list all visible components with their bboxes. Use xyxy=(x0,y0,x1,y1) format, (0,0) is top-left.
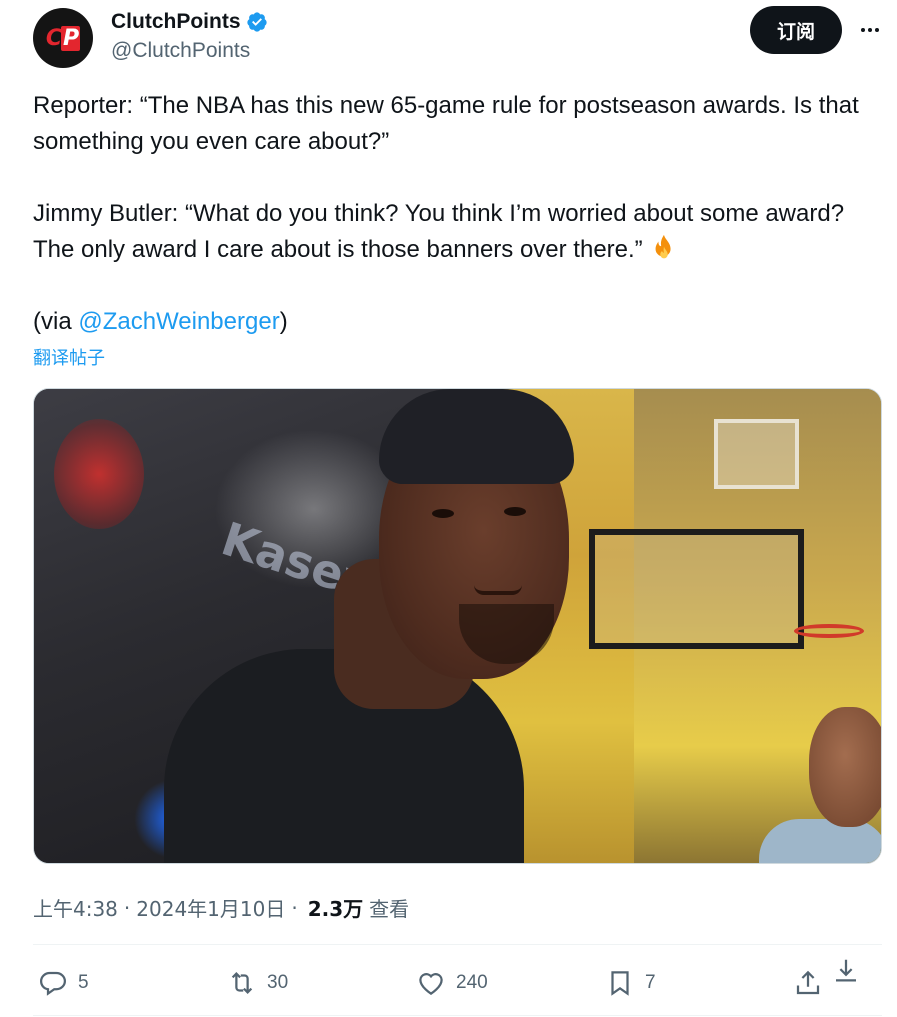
tweet-action-bar: 5 30 240 7 xyxy=(33,958,882,1008)
avatar[interactable]: CP xyxy=(33,8,93,68)
tweet-via-line: (via @ZachWeinberger) xyxy=(33,304,888,340)
author-display-name[interactable]: ClutchPoints xyxy=(111,10,241,34)
tweet-paragraph-reporter: Reporter: “The NBA has this new 65-game … xyxy=(33,92,859,155)
heart-icon xyxy=(419,973,443,995)
more-icon[interactable] xyxy=(852,14,888,46)
tweet-paragraph-butler-text: Jimmy Butler: “What do you think? You th… xyxy=(33,200,845,263)
media-person-background-shirt xyxy=(759,819,881,863)
via-suffix: ) xyxy=(279,308,288,335)
download-button[interactable] xyxy=(831,946,861,996)
media-heat-logo-blur xyxy=(54,419,144,529)
reply-icon xyxy=(39,971,67,996)
media-wall-sign xyxy=(714,419,799,489)
meta-separator: · xyxy=(291,895,298,920)
reply-button[interactable]: 5 xyxy=(38,958,89,1008)
author-handle[interactable]: @ClutchPoints xyxy=(111,39,250,63)
translate-post-link[interactable]: 翻译帖子 xyxy=(33,344,105,370)
repost-icon xyxy=(231,972,253,994)
like-count: 240 xyxy=(456,972,488,993)
media-player-eye-right xyxy=(504,507,526,516)
media-person-background-head xyxy=(809,707,881,827)
subscribe-button[interactable]: 订阅 xyxy=(750,6,842,54)
media-basketball-rim xyxy=(794,624,864,638)
tweet-meta: 上午4:38 · 2024年1月10日 · 2.3万 查看 xyxy=(33,893,409,922)
repost-count: 30 xyxy=(267,972,289,993)
fire-icon xyxy=(655,234,671,259)
share-button[interactable] xyxy=(793,958,823,1008)
more-horizontal-icon xyxy=(861,28,879,32)
download-icon xyxy=(836,959,856,982)
share-icon xyxy=(796,970,820,995)
author-name-row: ClutchPoints xyxy=(111,8,268,36)
tweet-date[interactable]: 2024年1月10日 xyxy=(136,893,285,922)
tweet-time[interactable]: 上午4:38 xyxy=(33,893,118,922)
bookmark-count: 7 xyxy=(645,972,656,993)
tweet-text: Reporter: “The NBA has this new 65-game … xyxy=(33,88,888,340)
media-player-mouth xyxy=(474,585,522,595)
views-label: 查看 xyxy=(369,897,410,921)
verified-badge-icon xyxy=(246,12,267,32)
views-count[interactable]: 2.3万 xyxy=(308,893,363,922)
via-mention-link[interactable]: @ZachWeinberger xyxy=(78,308,279,335)
media-player-headband xyxy=(379,389,574,484)
tweet-paragraph-butler: Jimmy Butler: “What do you think? You th… xyxy=(33,196,888,268)
repost-button[interactable]: 30 xyxy=(227,958,288,1008)
via-prefix: (via xyxy=(33,308,79,335)
clutchpoints-logo: CP xyxy=(45,25,81,51)
bottom-divider xyxy=(33,1015,882,1016)
divider xyxy=(33,944,882,945)
media-player-eye-left xyxy=(432,509,454,518)
meta-separator: · xyxy=(123,895,131,920)
reply-count: 5 xyxy=(78,972,89,993)
bookmark-button[interactable]: 7 xyxy=(605,958,656,1008)
bookmark-icon xyxy=(611,971,629,996)
tweet-media-video[interactable]: Kaseya xyxy=(33,388,882,864)
like-button[interactable]: 240 xyxy=(416,958,488,1008)
media-basketball-backboard xyxy=(589,529,804,649)
